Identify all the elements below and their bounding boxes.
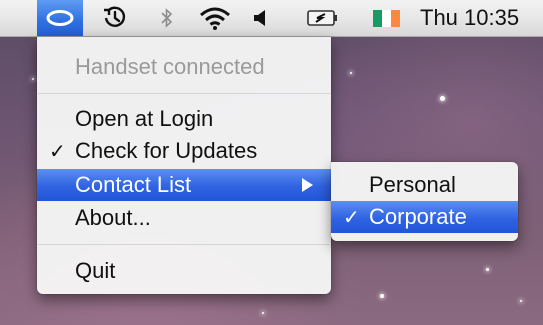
volume-icon xyxy=(254,10,265,26)
menu-separator xyxy=(38,244,330,245)
bluetooth-icon xyxy=(161,8,173,28)
star xyxy=(32,78,34,80)
quit-label: Quit xyxy=(75,258,116,283)
about-label: About... xyxy=(75,205,151,230)
desktop: Thu 10:35 Handset connected Open at Logi… xyxy=(0,0,543,325)
submenu-item-personal[interactable]: Personal xyxy=(331,169,518,201)
checkmark-icon: ✓ xyxy=(49,140,66,163)
star xyxy=(350,72,352,74)
submenu-item-corporate[interactable]: ✓ Corporate xyxy=(331,201,518,233)
bluetooth-item[interactable] xyxy=(156,0,178,36)
battery-item[interactable] xyxy=(304,0,342,36)
menu-bar: Thu 10:35 xyxy=(0,0,543,37)
menu-separator xyxy=(38,93,330,94)
personal-label: Personal xyxy=(369,172,456,197)
menu-item-contact-list[interactable]: Contact List xyxy=(37,169,331,201)
menu-item-status: Handset connected xyxy=(37,51,331,83)
ireland-flag-icon xyxy=(372,9,400,27)
star xyxy=(380,294,384,298)
clock-text: Thu 10:35 xyxy=(420,5,520,30)
oval-status-icon xyxy=(46,10,74,26)
menu-item-open-at-login[interactable]: Open at Login xyxy=(37,103,331,135)
menu-item-about[interactable]: About... xyxy=(37,202,331,234)
corporate-label: Corporate xyxy=(369,204,467,229)
input-source-item[interactable] xyxy=(368,0,404,36)
open-at-login-label: Open at Login xyxy=(75,106,214,131)
app-status-item[interactable] xyxy=(37,0,83,36)
time-machine-item[interactable] xyxy=(98,0,132,36)
contact-list-label: Contact List xyxy=(75,172,192,197)
battery-charging-icon xyxy=(307,10,337,26)
wifi-item[interactable] xyxy=(196,0,234,36)
star xyxy=(440,96,445,101)
contact-list-submenu: Personal ✓ Corporate xyxy=(331,162,518,241)
app-menu: Handset connected Open at Login ✓ Check … xyxy=(37,37,331,294)
time-machine-icon xyxy=(104,6,126,27)
status-label: Handset connected xyxy=(75,54,265,79)
volume-item[interactable] xyxy=(250,0,270,36)
clock-item[interactable]: Thu 10:35 xyxy=(420,0,543,36)
menu-item-check-for-updates[interactable]: ✓ Check for Updates xyxy=(37,135,331,167)
submenu-arrow-icon xyxy=(302,178,313,192)
checkmark-icon: ✓ xyxy=(343,206,360,229)
star xyxy=(486,268,489,271)
star xyxy=(520,300,522,302)
menu-item-quit[interactable]: Quit xyxy=(37,255,331,287)
check-for-updates-label: Check for Updates xyxy=(75,138,258,163)
star xyxy=(262,312,264,314)
wifi-icon xyxy=(200,7,230,30)
